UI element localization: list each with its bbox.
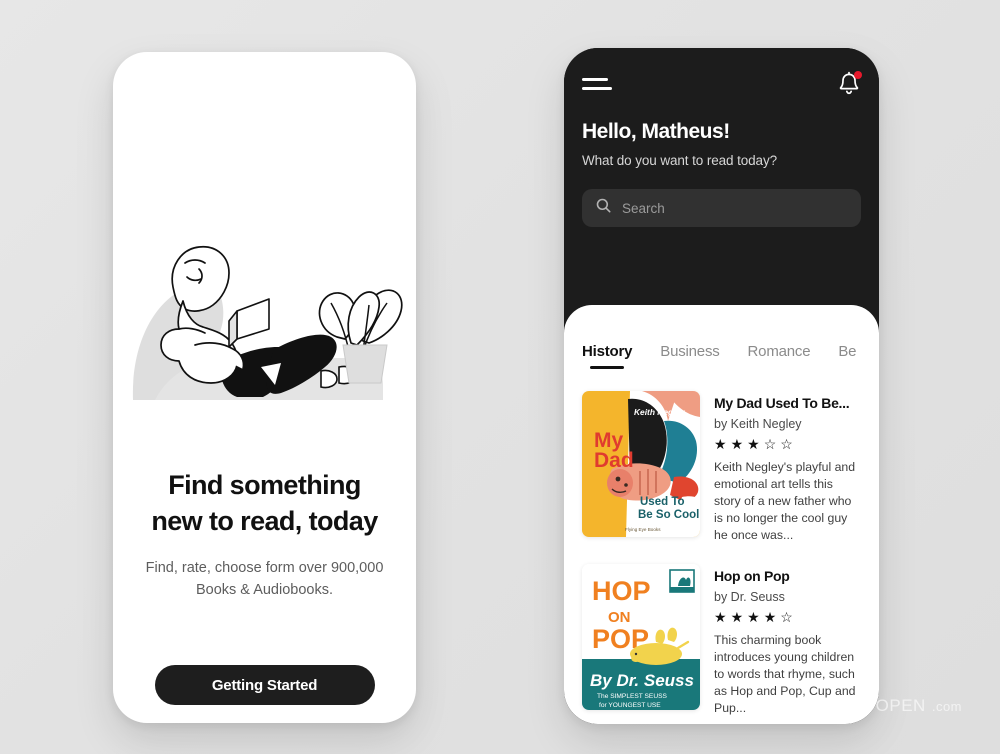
page-title: Find something new to read, today <box>113 467 416 539</box>
home-screen: Hello, Matheus! What do you want to read… <box>564 48 879 724</box>
book-title: My Dad Used To Be... <box>714 395 850 411</box>
my-dad-used-to-be-so-cool-cover: Keith Negley My Dad Used To Be So Cool F… <box>582 391 700 537</box>
bell-icon[interactable] <box>837 71 862 97</box>
book-card-my-dad[interactable]: Keith Negley My Dad Used To Be So Cool F… <box>582 391 861 544</box>
svg-text:By Dr. Seuss: By Dr. Seuss <box>590 671 694 690</box>
search-bar[interactable] <box>582 189 861 227</box>
notification-badge <box>854 71 862 79</box>
rating-stars: ★ ★ ★ ★ ☆ <box>714 610 861 624</box>
woman-reading-illustration <box>113 212 416 422</box>
tab-history[interactable]: History <box>582 343 632 369</box>
star-filled: ★ <box>747 436 760 452</box>
rating-stars: ★ ★ ★ ☆ ☆ <box>714 437 861 451</box>
svg-text:Be So Cool: Be So Cool <box>638 509 699 521</box>
category-tabs: History Business Romance Be <box>564 305 879 369</box>
tab-business[interactable]: Business <box>660 343 719 360</box>
hamburger-menu-icon[interactable] <box>582 78 612 90</box>
top-bar <box>582 70 862 98</box>
search-icon <box>596 198 611 218</box>
page-subtitle: Find, rate, choose form over 900,000 Boo… <box>145 560 384 598</box>
hamburger-bar-bottom <box>582 87 612 90</box>
star-filled: ★ <box>714 609 727 625</box>
greeting-title: Hello, Matheus! <box>582 120 730 143</box>
book-info: My Dad Used To Be... by Keith Negley ★ ★… <box>714 391 861 544</box>
book-list: Keith Negley My Dad Used To Be So Cool F… <box>564 391 879 717</box>
heading-line-1: Find something <box>168 470 361 500</box>
book-info: Hop on Pop by Dr. Seuss ★ ★ ★ ★ ☆ This c… <box>714 564 861 717</box>
star-empty: ☆ <box>763 436 777 452</box>
greeting-subtitle: What do you want to read today? <box>582 153 778 168</box>
svg-text:The SIMPLEST SEUSS: The SIMPLEST SEUSS <box>597 693 667 700</box>
getting-started-button[interactable]: Getting Started <box>154 665 375 705</box>
book-title: Hop on Pop <box>714 568 790 584</box>
svg-text:Keith Negley: Keith Negley <box>634 407 685 417</box>
home-header: Hello, Matheus! What do you want to read… <box>564 48 879 260</box>
book-author: by Keith Negley <box>714 417 802 431</box>
star-filled: ★ <box>763 609 777 625</box>
search-input[interactable] <box>622 200 847 216</box>
home-phone-frame: Hello, Matheus! What do you want to read… <box>564 48 879 724</box>
star-filled: ★ <box>730 609 744 625</box>
book-author: by Dr. Seuss <box>714 590 785 604</box>
svg-text:Used To: Used To <box>640 496 685 508</box>
book-description: Keith Negley's playful and emotional art… <box>714 460 856 542</box>
canvas-background: Find something new to read, today Find, … <box>0 0 1000 754</box>
book-card-hop-on-pop[interactable]: HOP ON POP By Dr. Seuss The SIMPLEST SEU… <box>582 564 861 717</box>
onboarding-phone-frame: Find something new to read, today Find, … <box>113 52 416 723</box>
hop-on-pop-cover: HOP ON POP By Dr. Seuss The SIMPLEST SEU… <box>582 564 700 710</box>
star-empty: ☆ <box>780 436 793 452</box>
onboarding-screen: Find something new to read, today Find, … <box>113 52 416 723</box>
svg-text:Dad: Dad <box>594 449 634 472</box>
svg-text:for YOUNGEST USE: for YOUNGEST USE <box>599 702 661 709</box>
tab-best-sellers[interactable]: Be <box>838 343 856 360</box>
svg-text:Flying Eye Books: Flying Eye Books <box>625 527 661 532</box>
star-filled: ★ <box>730 436 744 452</box>
star-filled: ★ <box>747 609 760 625</box>
star-empty: ☆ <box>780 609 793 625</box>
hamburger-bar-top <box>582 78 608 81</box>
watermark-domain: .com <box>931 698 962 714</box>
book-description: This charming book introduces young chil… <box>714 633 856 715</box>
heading-line-2: new to read, today <box>151 506 378 536</box>
svg-text:HOP: HOP <box>592 576 651 606</box>
star-filled: ★ <box>714 436 727 452</box>
content-sheet: History Business Romance Be Keith Negley… <box>564 305 879 724</box>
tab-romance[interactable]: Romance <box>748 343 811 360</box>
